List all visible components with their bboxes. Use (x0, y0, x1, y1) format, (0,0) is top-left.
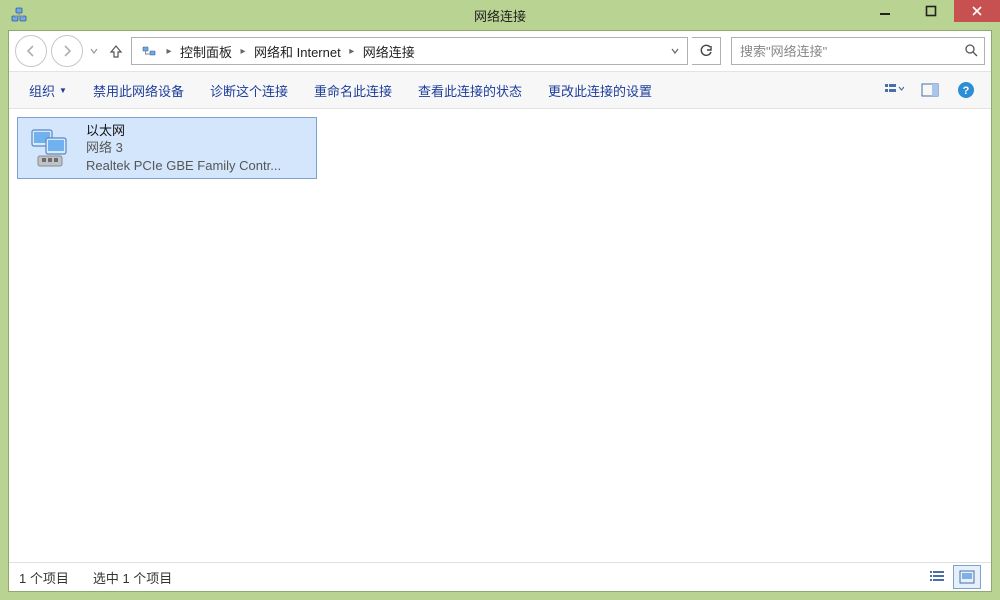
status-bar: 1 个项目 选中 1 个项目 (9, 562, 991, 591)
ethernet-icon (28, 124, 76, 172)
item-count: 1 个项目 (19, 568, 69, 587)
forward-button[interactable] (51, 35, 83, 67)
search-box[interactable] (731, 37, 985, 65)
search-icon (964, 43, 978, 60)
title-bar: 网络连接 (0, 0, 1000, 30)
help-button[interactable]: ? (949, 76, 983, 104)
back-button[interactable] (15, 35, 47, 67)
window-title: 网络连接 (0, 6, 1000, 25)
minimize-button[interactable] (862, 0, 908, 22)
search-input[interactable] (738, 43, 964, 60)
selected-count: 选中 1 个项目 (93, 568, 172, 587)
address-dropdown-icon[interactable] (664, 38, 685, 64)
change-settings-button[interactable]: 更改此连接的设置 (536, 77, 664, 104)
breadcrumb-network-connections[interactable]: 网络连接 (359, 38, 419, 64)
explorer-window: 网络连接 (0, 0, 1000, 600)
chevron-right-icon[interactable]: ▸ (162, 46, 176, 57)
close-button[interactable] (954, 0, 1000, 22)
navigation-bar: ▸ 控制面板 ▸ 网络和 Internet ▸ 网络连接 (9, 31, 991, 71)
rename-label: 重命名此连接 (314, 81, 392, 100)
refresh-button[interactable] (692, 37, 721, 65)
view-status-button[interactable]: 查看此连接的状态 (406, 77, 534, 104)
connection-subtitle: 网络 3 (86, 139, 306, 157)
address-bar[interactable]: ▸ 控制面板 ▸ 网络和 Internet ▸ 网络连接 (131, 37, 688, 65)
chevron-right-icon[interactable]: ▸ (236, 46, 250, 57)
chevron-down-icon: ▼ (59, 86, 67, 95)
disable-device-button[interactable]: 禁用此网络设备 (81, 77, 196, 104)
rename-button[interactable]: 重命名此连接 (302, 77, 404, 104)
status-label: 查看此连接的状态 (418, 81, 522, 100)
organize-menu[interactable]: 组织 ▼ (17, 77, 79, 104)
disable-label: 禁用此网络设备 (93, 81, 184, 100)
view-options-button[interactable] (877, 76, 911, 104)
connection-item-ethernet[interactable]: 以太网 网络 3 Realtek PCIe GBE Family Contr..… (17, 117, 317, 179)
change-label: 更改此连接的设置 (548, 81, 652, 100)
window-controls (862, 0, 1000, 22)
details-view-button[interactable] (923, 565, 951, 589)
connection-text: 以太网 网络 3 Realtek PCIe GBE Family Contr..… (86, 122, 306, 175)
connection-name: 以太网 (86, 122, 306, 140)
connection-device: Realtek PCIe GBE Family Contr... (86, 157, 306, 175)
organize-label: 组织 (29, 81, 55, 100)
maximize-button[interactable] (908, 0, 954, 22)
command-bar: 组织 ▼ 禁用此网络设备 诊断这个连接 重命名此连接 查看此连接的状态 更改此连… (9, 71, 991, 109)
svg-text:?: ? (963, 85, 970, 97)
diagnose-button[interactable]: 诊断这个连接 (198, 77, 300, 104)
client-area: ▸ 控制面板 ▸ 网络和 Internet ▸ 网络连接 (8, 30, 992, 592)
window-icon (10, 6, 28, 24)
up-button[interactable] (105, 37, 127, 65)
diagnose-label: 诊断这个连接 (210, 81, 288, 100)
breadcrumb-control-panel[interactable]: 控制面板 (176, 38, 236, 64)
content-area: 以太网 网络 3 Realtek PCIe GBE Family Contr..… (9, 109, 991, 562)
preview-pane-button[interactable] (913, 76, 947, 104)
chevron-right-icon[interactable]: ▸ (345, 46, 359, 57)
large-icons-view-button[interactable] (953, 565, 981, 589)
breadcrumb-network-internet[interactable]: 网络和 Internet (250, 38, 345, 64)
history-dropdown-icon[interactable] (87, 36, 101, 66)
network-location-icon (140, 42, 158, 60)
